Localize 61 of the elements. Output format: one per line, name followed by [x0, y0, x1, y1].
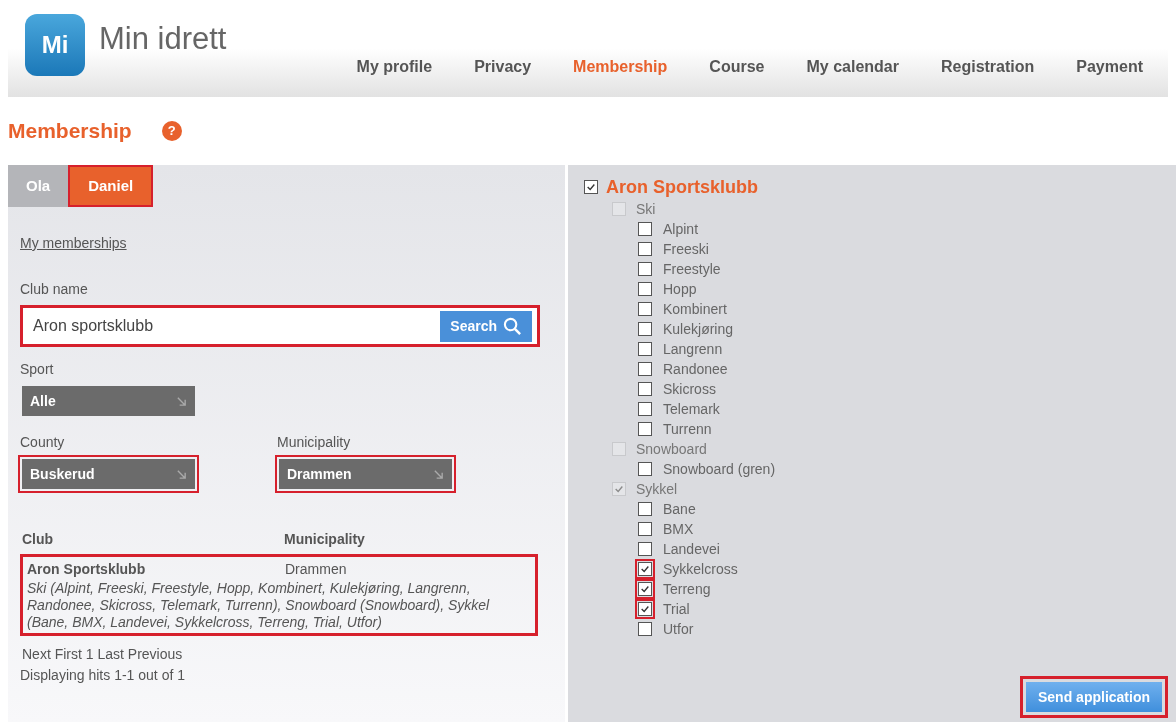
pager-links[interactable]: Next First 1 Last Previous — [20, 644, 553, 665]
dropdown[interactable]: Buskerud — [22, 459, 195, 489]
send-application-button[interactable]: Send application — [1026, 682, 1162, 712]
club-name: Aron Sportsklubb — [27, 560, 147, 579]
arrow-icon — [176, 468, 187, 480]
branch-label: Skicross — [663, 379, 716, 399]
dropdown[interactable]: Alle — [22, 386, 195, 416]
branch-label: Hopp — [663, 279, 697, 299]
nav-tab[interactable]: Registration — [919, 55, 1056, 79]
branch-label: Sykkelcross — [663, 559, 738, 579]
sports-list: Ski (Alpint, Freeski, Freestyle, Hopp, Kombinert, Kulekjøring, Langrenn, Randonee, Skicross, Telemark, Turrenn), Snowboard (Snowboard), Sykkel (Bane, BMX, Landevei, Sykkelcross, Terreng, Trial, Utfor) — [27, 580, 531, 631]
dropdown[interactable]: Drammen — [279, 459, 452, 489]
field-label: Sport — [20, 360, 55, 379]
branch-label: Turrenn — [663, 419, 712, 439]
checkbox[interactable] — [584, 180, 598, 194]
branch-label: Langrenn — [663, 339, 723, 359]
sport-label: Sykkel — [636, 479, 678, 499]
search-icon — [503, 316, 522, 336]
field-label: Municipality — [277, 433, 352, 452]
nav-tab[interactable]: My calendar — [785, 55, 920, 79]
result-row[interactable] — [20, 554, 538, 636]
page-title: Membership — [8, 118, 132, 145]
nav-tab[interactable]: Membership — [552, 55, 689, 79]
column-header: Municipality — [284, 530, 365, 549]
search-button[interactable]: Search — [440, 310, 532, 342]
search-field[interactable]: Aron sportsklubb Search — [20, 305, 540, 347]
logo-badge[interactable]: Mi — [25, 14, 85, 76]
sport-label: Ski — [636, 199, 656, 219]
branch-label: Snowboard (gren) — [663, 459, 776, 479]
checkmark-icon — [586, 182, 596, 192]
sport-label: Snowboard — [636, 439, 707, 459]
hits-summary: Displaying hits 1-1 out of 1 — [20, 666, 186, 685]
column-header: Club — [22, 530, 55, 549]
field-label: County — [20, 433, 66, 452]
checkmark-icon — [614, 484, 624, 494]
nav-tab[interactable]: Course — [688, 55, 786, 79]
branch-label: Utfor — [663, 619, 694, 639]
nav-tab[interactable]: Payment — [1055, 55, 1164, 79]
branch-label: Telemark — [663, 399, 720, 419]
branch-label: Kombinert — [663, 299, 727, 319]
person-tab[interactable]: Daniel — [68, 165, 154, 207]
arrow-icon — [176, 395, 187, 407]
branch-label: Kulekjøring — [663, 319, 734, 339]
arrow-icon — [433, 468, 444, 480]
club-title: Aron Sportsklubb — [606, 175, 758, 199]
branch-label: Trial — [663, 599, 690, 619]
logo-text: Min idrett — [99, 19, 227, 58]
field-label: Club name — [20, 280, 89, 299]
help-icon[interactable]: ? — [161, 121, 182, 141]
branch-label: Terreng — [663, 579, 711, 599]
branch-label: Bane — [663, 499, 696, 519]
nav-tab[interactable]: Privacy — [453, 55, 553, 79]
branch-label: BMX — [663, 519, 694, 539]
branch-label: Freeski — [663, 239, 709, 259]
branch-label: Randonee — [663, 359, 728, 379]
nav-tab[interactable]: My profile — [335, 55, 454, 79]
my-memberships-link[interactable]: My memberships — [20, 233, 127, 254]
branch-label: Freestyle — [663, 259, 721, 279]
branch-label: Alpint — [663, 219, 699, 239]
municipality-text: Drammen — [285, 560, 347, 579]
branch-label: Landevei — [663, 539, 720, 559]
